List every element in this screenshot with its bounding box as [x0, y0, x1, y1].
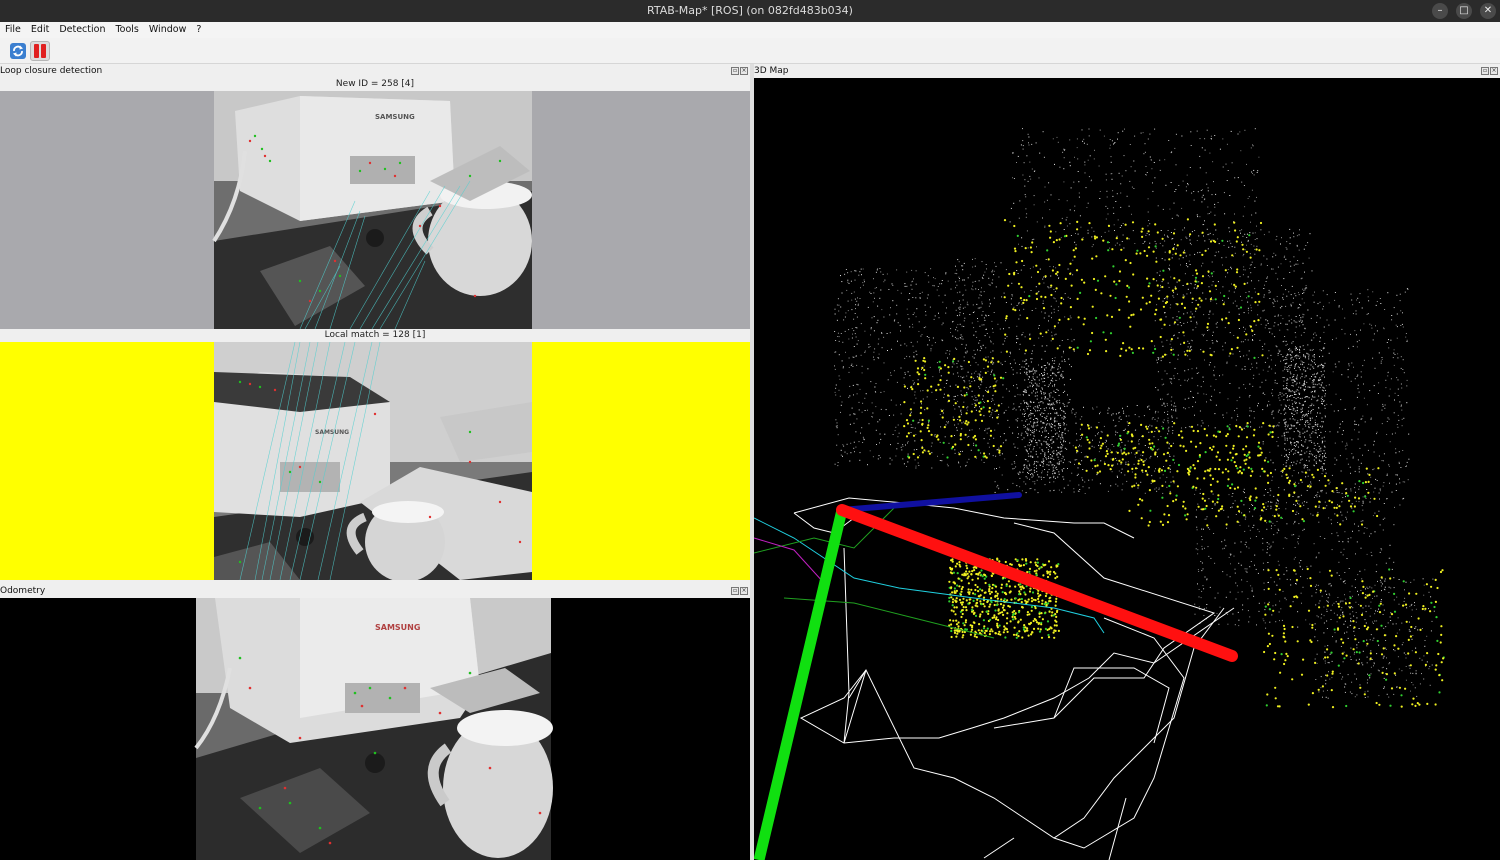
map3d-panel-title: 3D Map ▫ × — [754, 64, 1500, 78]
pause-icon — [34, 44, 46, 58]
map3d-float-button[interactable]: ▫ — [1481, 67, 1489, 75]
new-image-view[interactable]: SAMSUNG — [0, 91, 750, 329]
odometry-close-button[interactable]: × — [740, 587, 748, 595]
printer-brand-text: SAMSUNG — [375, 113, 415, 121]
menu-tools[interactable]: Tools — [110, 22, 143, 38]
menu-detection[interactable]: Detection — [54, 22, 110, 38]
menubar: File Edit Detection Tools Window ? — [0, 22, 1500, 38]
odometry-title-text: Odometry — [0, 586, 46, 596]
map3d-canvas — [754, 78, 1500, 860]
new-id-label: New ID = 258 [4] — [0, 78, 750, 91]
map3d-close-button[interactable]: × — [1490, 67, 1498, 75]
refresh-icon — [10, 43, 26, 59]
match-image-view[interactable]: SAMSUNG — [0, 342, 750, 580]
loop-closure-title-text: Loop closure detection — [0, 66, 103, 76]
refresh-button[interactable] — [8, 41, 28, 61]
map3d-view[interactable] — [754, 78, 1500, 860]
map3d-title-text: 3D Map — [754, 66, 789, 76]
loop-closure-close-button[interactable]: × — [740, 67, 748, 75]
menu-help[interactable]: ? — [191, 22, 206, 38]
local-match-label: Local match = 128 [1] — [0, 329, 750, 342]
odometry-panel-title: Odometry ▫ × — [0, 584, 750, 598]
odometry-float-button[interactable]: ▫ — [731, 587, 739, 595]
new-image-canvas: SAMSUNG — [0, 91, 750, 329]
menu-window[interactable]: Window — [144, 22, 191, 38]
window-title: RTAB-Map* [ROS] (on 082fd483b034) — [647, 4, 853, 17]
pause-button[interactable] — [30, 41, 50, 61]
maximize-button[interactable]: □ — [1456, 3, 1472, 19]
toolbar — [0, 38, 1500, 64]
loop-closure-float-button[interactable]: ▫ — [731, 67, 739, 75]
menu-file[interactable]: File — [0, 22, 26, 38]
odometry-view[interactable]: SAMSUNG — [0, 598, 750, 860]
match-image-canvas: SAMSUNG — [0, 342, 750, 580]
close-button[interactable]: ✕ — [1480, 3, 1496, 19]
printer-brand-text-odom: SAMSUNG — [375, 623, 420, 632]
menu-edit[interactable]: Edit — [26, 22, 54, 38]
printer-brand-text-match: SAMSUNG — [315, 429, 349, 436]
odometry-canvas: SAMSUNG — [0, 598, 750, 860]
window-titlebar: RTAB-Map* [ROS] (on 082fd483b034) – □ ✕ — [0, 0, 1500, 22]
loop-closure-panel-title: Loop closure detection ▫ × — [0, 64, 750, 78]
minimize-button[interactable]: – — [1432, 3, 1448, 19]
